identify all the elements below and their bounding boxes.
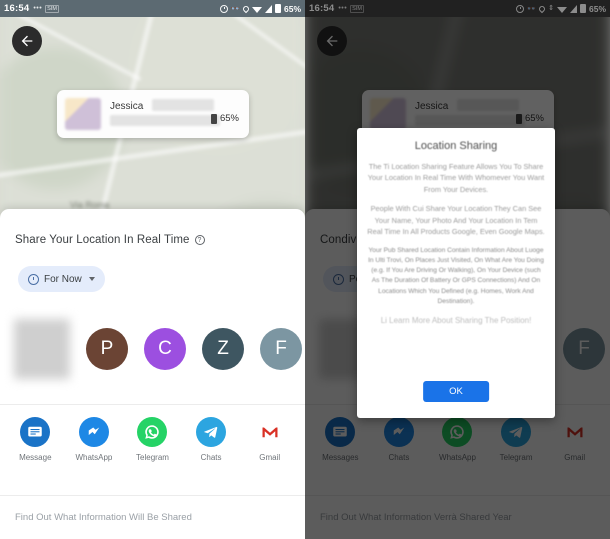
screen-right: 16:54 ••• SIM 👓 ⇕ 65% Jessica 65% Condiv…: [305, 0, 610, 539]
contact-battery-percent: 65%: [219, 113, 239, 124]
redacted-text: [110, 115, 220, 126]
share-app-label: Telegram: [136, 453, 169, 462]
whatsapp-icon: [137, 417, 168, 447]
avatar-letter: F: [275, 338, 287, 359]
contact-name: Jessica: [110, 101, 144, 112]
redacted-text: [152, 99, 214, 111]
signal-dots-icon: •••: [33, 5, 43, 12]
avatar[interactable]: C: [144, 328, 186, 370]
status-left-icons: ••• SIM: [33, 4, 59, 13]
sheet-title-row: Share Your Location In Real Time?: [15, 234, 205, 246]
screenshot-pair: Via Roma 16:54 ••• SIM 👓 65% Jessica 65%…: [0, 0, 610, 539]
contact-avatar-list: P C Z F: [0, 314, 305, 384]
status-time: 16:54: [4, 3, 30, 14]
share-app-label: Gmail: [259, 453, 281, 462]
avatar-letter: P: [100, 338, 114, 359]
share-app-gmail[interactable]: Gmail: [244, 417, 296, 462]
share-app-telegram[interactable]: Chats: [185, 417, 237, 462]
dialog-paragraph-3: Your Pub Shared Location Contain Informa…: [368, 246, 544, 305]
ok-button[interactable]: OK: [423, 381, 489, 402]
page-title: Share Your Location In Real Time: [15, 234, 190, 246]
status-bar: 16:54 ••• SIM 👓 65%: [0, 0, 305, 17]
alarm-icon: [219, 4, 228, 13]
help-icon[interactable]: ?: [194, 235, 205, 245]
avatar-letter: C: [158, 338, 172, 359]
contact-photo: [65, 98, 101, 130]
screen-left: Via Roma 16:54 ••• SIM 👓 65% Jessica 65%…: [0, 0, 305, 539]
location-sharing-dialog: Location Sharing The Ti Location Sharing…: [357, 128, 555, 418]
dialog-paragraph-1: The Ti Location Sharing Feature Allows Y…: [367, 162, 545, 194]
share-app-messenger[interactable]: WhatsApp: [68, 417, 120, 462]
avatar[interactable]: Z: [202, 328, 244, 370]
avatar[interactable]: P: [86, 328, 128, 370]
glasses-icon: 👓: [230, 4, 240, 13]
chevron-down-icon: [88, 277, 95, 281]
location-pin-icon: [241, 4, 251, 14]
share-app-whatsapp[interactable]: Telegram: [126, 417, 178, 462]
dialog-learn-more-link[interactable]: Li Learn More About Sharing The Position…: [367, 315, 545, 326]
telegram-icon: [196, 417, 227, 447]
battery-icon: [210, 113, 217, 124]
contact-battery: 65%: [210, 113, 239, 124]
share-app-label: Chats: [200, 453, 222, 462]
wifi-icon: [251, 6, 262, 13]
contact-details: Jessica 65%: [110, 96, 241, 132]
duration-chip-label: For Now: [44, 273, 82, 285]
share-app-label: WhatsApp: [75, 453, 113, 462]
back-button[interactable]: [12, 26, 42, 56]
sim-icon: SIM: [45, 4, 59, 13]
status-right-icons: 👓 65%: [219, 3, 301, 14]
gmail-icon: [255, 417, 285, 447]
share-app-messages[interactable]: Message: [9, 417, 61, 462]
share-app-label: Message: [19, 453, 52, 462]
avatar[interactable]: F: [260, 328, 302, 370]
dialog-paragraph-2: People With Cui Share Your Location They…: [367, 204, 545, 237]
messages-icon: [20, 417, 51, 447]
avatar[interactable]: [14, 319, 70, 379]
battery-icon: [274, 4, 281, 13]
clock-icon: [28, 273, 39, 285]
signal-icon: [264, 4, 272, 13]
share-bottom-sheet: Share Your Location In Real Time? For No…: [0, 209, 305, 539]
share-app-row: Message WhatsApp Telegram Chats Gmail: [0, 404, 305, 474]
battery-percent: 65%: [283, 3, 301, 14]
sheet-footer[interactable]: Find Out What Information Will Be Shared: [0, 495, 305, 539]
dialog-title: Location Sharing: [414, 140, 498, 152]
messenger-icon: [78, 417, 109, 447]
avatar-letter: Z: [217, 338, 229, 359]
back-arrow-icon: [21, 35, 33, 47]
contact-info-card[interactable]: Jessica 65%: [57, 90, 249, 138]
sheet-footer-text: Find Out What Information Will Be Shared: [15, 512, 192, 523]
duration-chip[interactable]: For Now: [18, 266, 105, 292]
